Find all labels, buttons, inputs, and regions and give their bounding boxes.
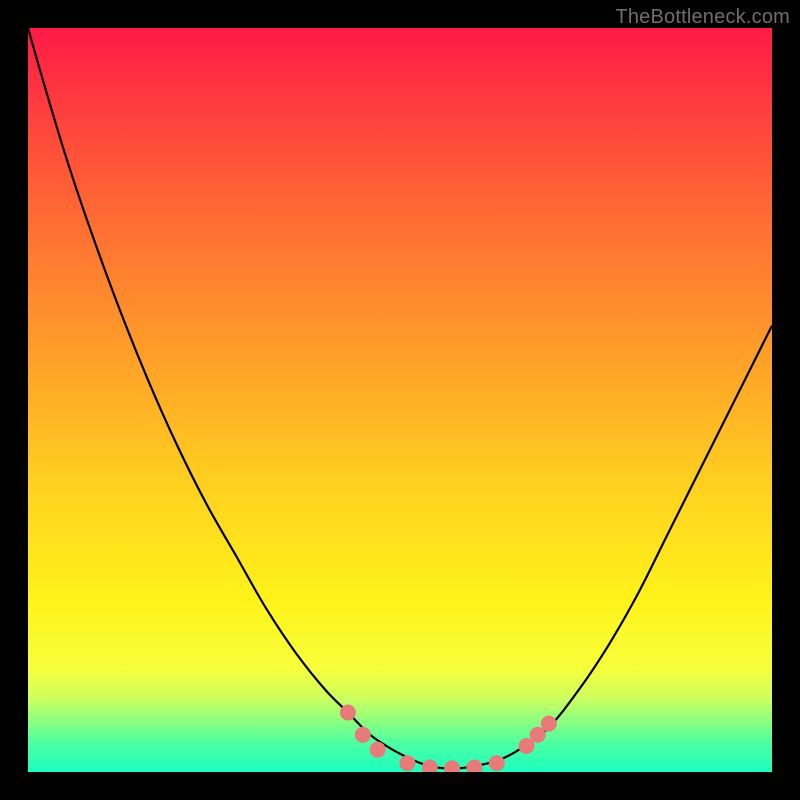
curve-markers [340, 704, 557, 772]
curve-marker [370, 742, 386, 758]
curve-marker [541, 716, 557, 732]
curve-marker [466, 760, 482, 772]
bottleneck-curve [28, 28, 772, 769]
watermark-text: TheBottleneck.com [615, 6, 790, 29]
chart-frame: TheBottleneck.com [0, 0, 800, 800]
curve-marker [422, 760, 438, 772]
chart-plot-area [28, 28, 772, 772]
curve-marker [340, 704, 356, 720]
curve-marker [489, 755, 505, 771]
chart-overlay [28, 28, 772, 772]
curve-marker [444, 760, 460, 772]
curve-marker [399, 755, 415, 771]
curve-marker [355, 727, 371, 743]
